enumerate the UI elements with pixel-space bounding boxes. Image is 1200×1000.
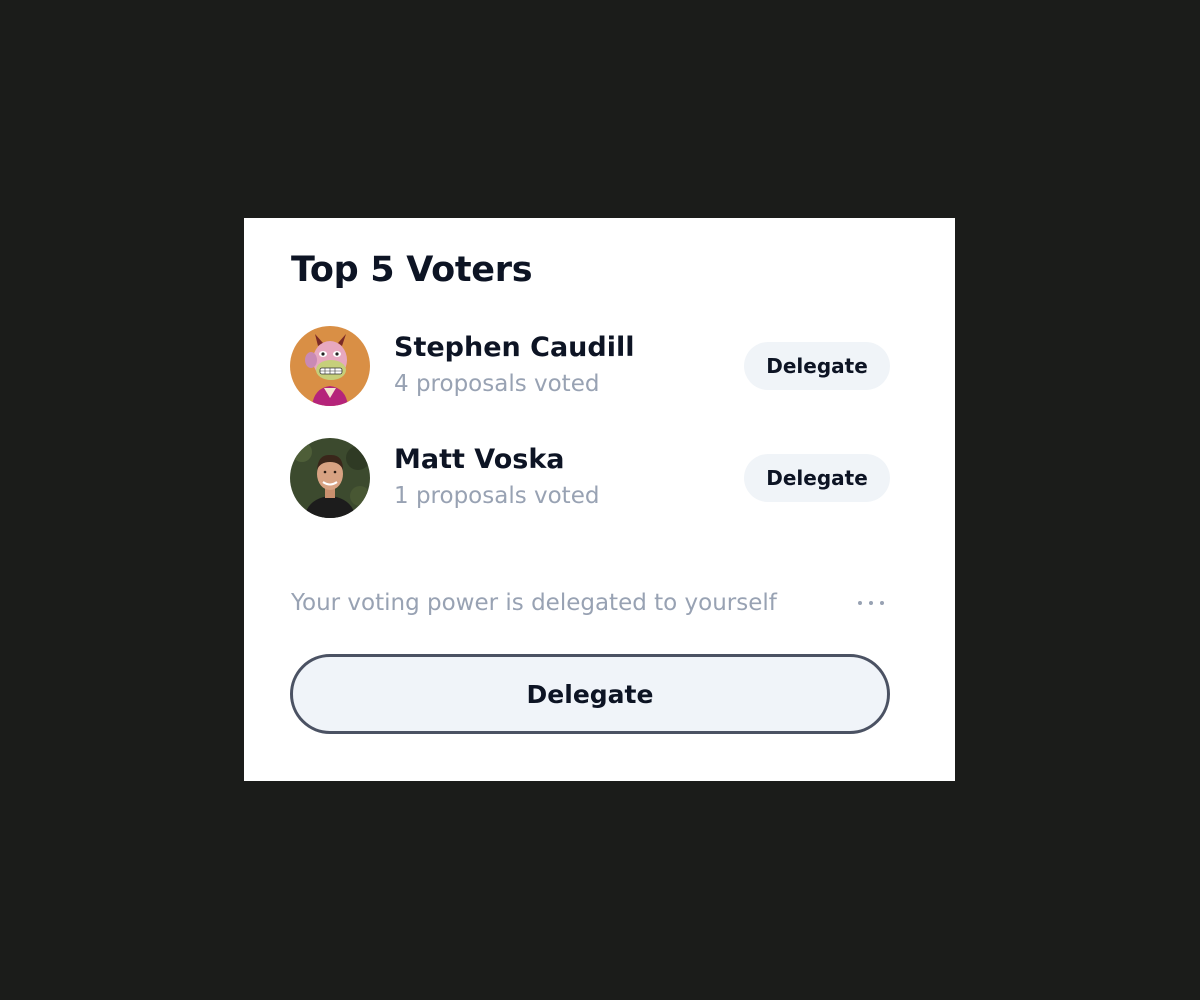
person-photo-avatar-icon (290, 438, 370, 518)
voter-name: Matt Voska (394, 444, 565, 475)
voter-row: Stephen Caudill 4 proposals voted Delega… (290, 326, 890, 406)
delegation-status-text: Your voting power is delegated to yourse… (291, 590, 777, 616)
delegate-button[interactable]: Delegate (744, 454, 890, 502)
ape-avatar-icon (290, 326, 370, 406)
delegate-main-button[interactable]: Delegate (290, 654, 890, 734)
delegate-button[interactable]: Delegate (744, 342, 890, 390)
delegation-status: Your voting power is delegated to yourse… (291, 586, 889, 620)
voter-row: Matt Voska 1 proposals voted Delegate (290, 438, 890, 518)
card-title: Top 5 Voters (291, 250, 533, 290)
more-horizontal-icon[interactable] (853, 588, 889, 618)
top-voters-card: Top 5 Voters Stephen Caudill 4 proposals… (244, 218, 955, 781)
voter-name: Stephen Caudill (394, 332, 635, 363)
voter-proposals-count: 4 proposals voted (394, 371, 600, 397)
voter-proposals-count: 1 proposals voted (394, 483, 600, 509)
